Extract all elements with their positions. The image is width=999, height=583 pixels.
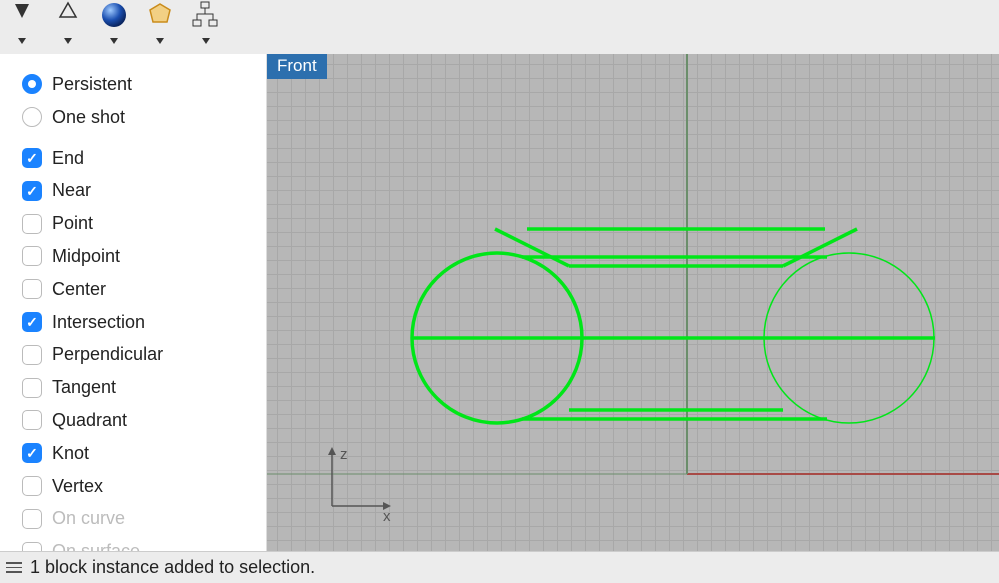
- mode-item-label: Persistent: [52, 70, 132, 99]
- osnap-item-label: On curve: [52, 504, 125, 533]
- menu-icon[interactable]: [4, 560, 24, 575]
- tool-unknown-2[interactable]: [48, 0, 88, 40]
- snap-mode-group: Persistent One shot: [0, 68, 266, 142]
- osnap-item-label: Near: [52, 176, 91, 205]
- geometry-circle[interactable]: [412, 253, 582, 423]
- osnap-on-curve: On curve: [22, 502, 266, 535]
- dropdown-arrow-icon: [18, 38, 26, 44]
- osnap-intersection[interactable]: Intersection: [22, 306, 266, 339]
- osnap-knot[interactable]: Knot: [22, 437, 266, 470]
- osnap-end[interactable]: End: [22, 142, 266, 175]
- checkbox-icon: [22, 509, 42, 529]
- tool-shade[interactable]: [94, 0, 134, 40]
- top-toolbar: [0, 0, 999, 54]
- osnap-item-label: End: [52, 144, 84, 173]
- osnap-tangent[interactable]: Tangent: [22, 371, 266, 404]
- osnap-item-label: Vertex: [52, 472, 103, 501]
- radio-icon: [22, 107, 42, 127]
- osnap-item-label: Intersection: [52, 308, 145, 337]
- status-message: 1 block instance added to selection.: [30, 557, 315, 578]
- osnap-quadrant[interactable]: Quadrant: [22, 404, 266, 437]
- hierarchy-icon: [191, 0, 221, 30]
- viewport-front[interactable]: Front z x: [267, 54, 999, 551]
- osnap-item-label: Perpendicular: [52, 340, 163, 369]
- osnap-panel: Persistent One shot End Near Point Midpoint C…: [0, 54, 267, 551]
- checkbox-icon: [22, 542, 42, 551]
- axis-label-v: z: [340, 446, 348, 463]
- checkbox-icon: [22, 279, 42, 299]
- osnap-perpendicular[interactable]: Perpendicular: [22, 338, 266, 371]
- tool-icon: [57, 0, 79, 22]
- geometry-line[interactable]: [783, 229, 857, 266]
- checkbox-icon: [22, 246, 42, 266]
- checkbox-icon: [22, 214, 42, 234]
- osnap-item-label: Center: [52, 275, 106, 304]
- checkbox-icon: [22, 312, 42, 332]
- osnap-point[interactable]: Point: [22, 207, 266, 240]
- mode-item-label: One shot: [52, 103, 125, 132]
- geometry-line[interactable]: [495, 229, 569, 266]
- osnap-item-label: Quadrant: [52, 406, 127, 435]
- checkbox-icon: [22, 476, 42, 496]
- main-area: Persistent One shot End Near Point Midpoint C…: [0, 54, 999, 551]
- osnap-midpoint[interactable]: Midpoint: [22, 240, 266, 273]
- snap-mode-persistent[interactable]: Persistent: [22, 68, 266, 101]
- osnap-list: End Near Point Midpoint Center Intersection Pe…: [0, 142, 266, 551]
- checkbox-icon: [22, 410, 42, 430]
- checkbox-icon: [22, 181, 42, 201]
- osnap-near[interactable]: Near: [22, 174, 266, 207]
- polygon-icon: [146, 0, 174, 28]
- osnap-vertex[interactable]: Vertex: [22, 470, 266, 503]
- dropdown-arrow-icon: [202, 38, 210, 44]
- dropdown-arrow-icon: [64, 38, 72, 44]
- osnap-center[interactable]: Center: [22, 273, 266, 306]
- geometry: [412, 229, 935, 423]
- osnap-item-label: Midpoint: [52, 242, 120, 271]
- tool-hierarchy[interactable]: [186, 0, 226, 40]
- viewport-label[interactable]: Front: [267, 54, 327, 79]
- geometry-circle[interactable]: [764, 253, 934, 423]
- axis-indicator: z x: [307, 441, 397, 531]
- osnap-item-label: Tangent: [52, 373, 116, 402]
- status-bar: 1 block instance added to selection.: [0, 551, 999, 583]
- radio-icon: [22, 74, 42, 94]
- checkbox-icon: [22, 148, 42, 168]
- checkbox-icon: [22, 443, 42, 463]
- snap-mode-one-shot[interactable]: One shot: [22, 101, 266, 134]
- tool-unknown-1[interactable]: [2, 0, 42, 40]
- osnap-item-label: Knot: [52, 439, 89, 468]
- tool-polygon[interactable]: [140, 0, 180, 40]
- osnap-item-label: Point: [52, 209, 93, 238]
- sphere-icon: [99, 0, 129, 30]
- dropdown-arrow-icon: [156, 38, 164, 44]
- tool-icon: [11, 0, 33, 22]
- axis-label-h: x: [383, 508, 391, 525]
- checkbox-icon: [22, 345, 42, 365]
- checkbox-icon: [22, 378, 42, 398]
- osnap-on-surface: On surface: [22, 535, 266, 551]
- osnap-item-label: On surface: [52, 537, 140, 551]
- dropdown-arrow-icon: [110, 38, 118, 44]
